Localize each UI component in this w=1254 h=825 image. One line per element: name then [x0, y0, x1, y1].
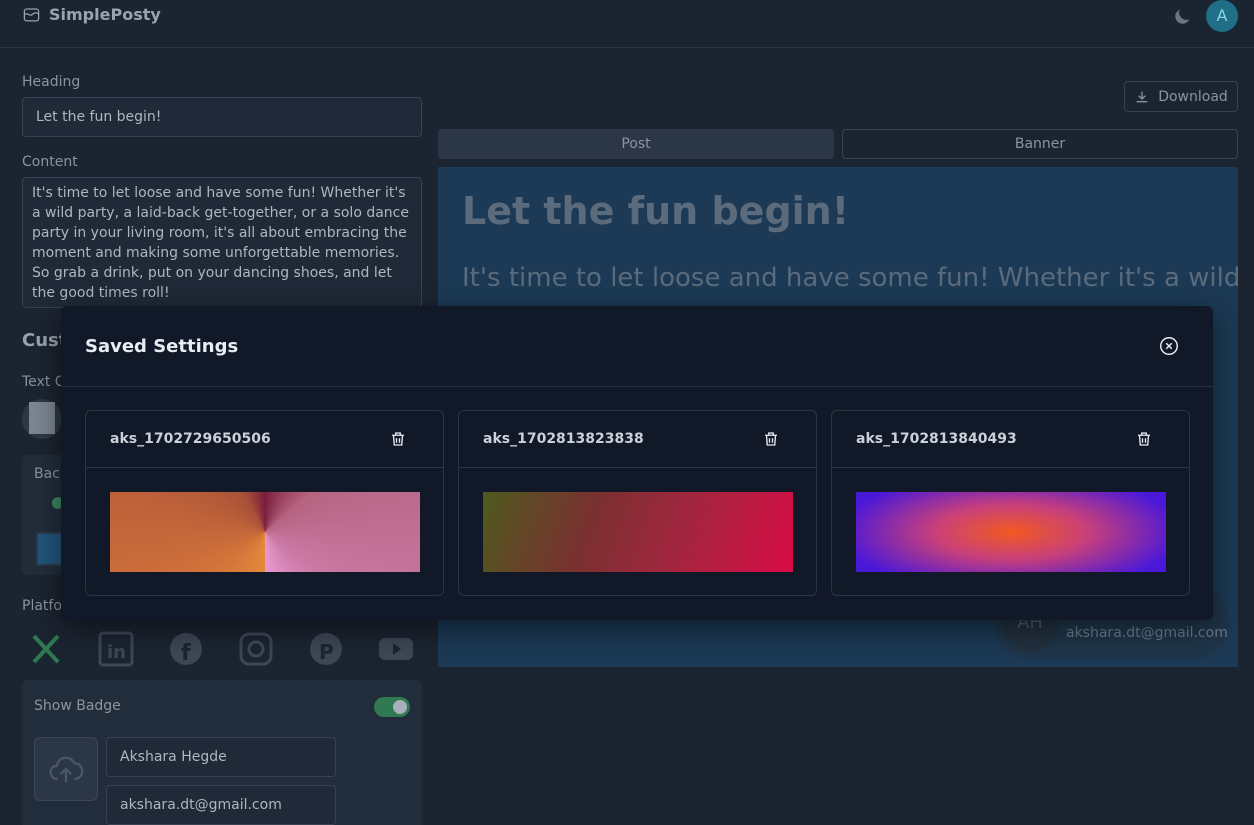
- linkedin-icon[interactable]: in: [92, 630, 140, 668]
- youtube-icon[interactable]: [372, 630, 420, 668]
- heading-label: Heading: [22, 74, 81, 90]
- user-avatar[interactable]: A: [1206, 0, 1238, 32]
- badge-email-input[interactable]: akshara.dt@gmail.com: [106, 785, 336, 825]
- trash-icon[interactable]: [762, 430, 780, 448]
- saved-settings-list: aks_1702729650506 aks_1702813823838 aks_…: [85, 410, 1190, 596]
- moon-icon[interactable]: [1171, 6, 1193, 28]
- heading-input[interactable]: Let the fun begin!: [22, 97, 422, 137]
- saved-setting-card[interactable]: aks_1702813823838: [458, 410, 817, 596]
- saved-setting-name: aks_1702813823838: [483, 431, 644, 447]
- background-color-swatch[interactable]: [36, 532, 64, 566]
- saved-settings-modal: Saved Settings aks_1702729650506 aks_170…: [61, 306, 1213, 620]
- preview-text: It's time to let loose and have some fun…: [462, 263, 1238, 293]
- card-header: aks_1702729650506: [86, 411, 443, 468]
- download-icon: [1136, 91, 1148, 102]
- content-textarea[interactable]: It's time to let loose and have some fun…: [22, 177, 422, 308]
- svg-text:P: P: [319, 640, 334, 664]
- gradient-preview[interactable]: [483, 492, 793, 572]
- download-label: Download: [1158, 88, 1228, 105]
- facebook-icon[interactable]: f: [162, 630, 210, 668]
- card-header: aks_1702813823838: [459, 411, 816, 468]
- saved-setting-name: aks_1702729650506: [110, 431, 271, 447]
- download-button[interactable]: Download: [1124, 81, 1238, 112]
- saved-setting-card[interactable]: aks_1702813840493: [831, 410, 1190, 596]
- preview-title: Let the fun begin!: [462, 189, 850, 233]
- tab-post[interactable]: Post: [438, 129, 834, 159]
- text-color-label: Text C: [22, 374, 65, 390]
- text-color-swatch[interactable]: [22, 399, 62, 439]
- content-label: Content: [22, 154, 78, 170]
- instagram-icon[interactable]: [232, 630, 280, 668]
- platform-label: Platfo: [22, 598, 62, 614]
- tab-banner[interactable]: Banner: [842, 129, 1238, 159]
- badge-image-upload[interactable]: [34, 737, 98, 801]
- gradient-preview[interactable]: [110, 492, 420, 572]
- brand[interactable]: SimplePosty: [22, 5, 161, 24]
- trash-icon[interactable]: [389, 430, 407, 448]
- show-badge-toggle[interactable]: [374, 697, 410, 717]
- saved-setting-card[interactable]: aks_1702729650506: [85, 410, 444, 596]
- x-icon[interactable]: [22, 630, 70, 668]
- logo-icon: [23, 8, 40, 22]
- badge-name-input[interactable]: Akshara Hegde: [106, 737, 336, 777]
- upload-cloud-icon: [49, 756, 84, 783]
- top-bar: SimplePosty A: [0, 0, 1254, 48]
- close-icon[interactable]: [1158, 335, 1180, 357]
- brand-name: SimplePosty: [49, 5, 161, 24]
- modal-title: Saved Settings: [85, 336, 239, 357]
- gradient-preview[interactable]: [856, 492, 1166, 572]
- trash-icon[interactable]: [1135, 430, 1153, 448]
- platform-list: in f P: [22, 630, 420, 668]
- pinterest-icon[interactable]: P: [302, 630, 350, 668]
- svg-text:f: f: [181, 641, 191, 666]
- show-badge-label: Show Badge: [34, 698, 121, 714]
- card-header: aks_1702813840493: [832, 411, 1189, 468]
- preview-badge-email: akshara.dt@gmail.com: [1066, 625, 1228, 641]
- saved-setting-name: aks_1702813840493: [856, 431, 1017, 447]
- modal-divider: [61, 386, 1213, 387]
- svg-text:in: in: [107, 642, 126, 663]
